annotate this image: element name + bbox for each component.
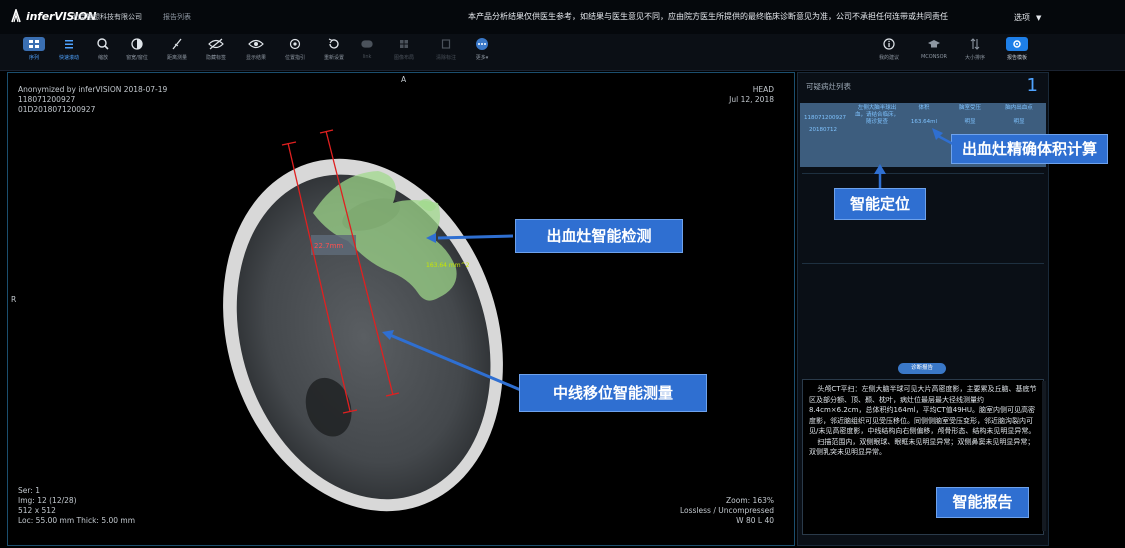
- tool-show-results[interactable]: 显示结果: [236, 37, 276, 61]
- eye-off-icon: [208, 38, 224, 50]
- divider: [802, 173, 1044, 174]
- report-text: 头颅CT平扫：左侧大脑半球可见大片高密度影，主要累及丘脑、基底节区及部分额、顶、…: [809, 384, 1037, 458]
- sort-icon: [970, 38, 980, 50]
- callout-locate: 智能定位: [834, 188, 926, 220]
- reset-icon: [328, 38, 339, 49]
- clear-icon: [441, 39, 451, 49]
- tool-label: 清除标注: [435, 55, 456, 61]
- ventricle-value: 明显: [964, 119, 976, 125]
- top-bar: inferVISION 北京推想科技有限公司 报告列表 本产品分析结果仅供医生参…: [0, 0, 1125, 34]
- tool-report-template[interactable]: 报告模板: [997, 37, 1037, 61]
- user-menu-label: 选项: [1014, 13, 1030, 22]
- lesion-count: 1: [1026, 75, 1038, 96]
- ventricle-label: 脑室受压: [958, 105, 981, 111]
- chevron-down-icon: ▼: [1036, 14, 1042, 22]
- report-list-link[interactable]: 报告列表: [163, 12, 191, 22]
- compression-info: Lossless / Uncompressed: [679, 506, 774, 515]
- eye-icon: [248, 39, 264, 49]
- tool-clear[interactable]: 清除标注: [426, 37, 466, 61]
- lesion-id: 118071200927: [804, 115, 846, 121]
- matrix-info: 512 x 512: [18, 506, 56, 515]
- tool-window-level[interactable]: 窗宽/窗位: [117, 37, 157, 61]
- tool-suggestion[interactable]: 我的建议: [869, 37, 909, 61]
- tool-label: link: [362, 54, 372, 60]
- grid-icon: [23, 37, 45, 51]
- tool-mconsor[interactable]: MCONSOR: [914, 37, 954, 60]
- volume-label: 体积: [918, 105, 930, 111]
- location-info: Loc: 55.00 mm Thick: 5.00 mm: [18, 516, 136, 525]
- tool-layout[interactable]: 图像布局: [384, 37, 424, 61]
- image-info: Img: 12 (12/28): [18, 496, 77, 505]
- overlay-bottom-right: Zoom: 163% Lossless / Uncompressed W 80 …: [680, 496, 774, 526]
- tool-label: 隐藏标签: [205, 55, 226, 61]
- ruler-icon: [172, 38, 182, 50]
- tool-label: 报告模板: [1006, 55, 1027, 61]
- tool-label: 位置指引: [284, 55, 305, 61]
- gear-icon: [1006, 37, 1028, 51]
- tool-hide-labels[interactable]: 隐藏标签: [196, 37, 236, 61]
- zoom-icon: [97, 38, 109, 50]
- layout-icon: [400, 40, 408, 48]
- tool-label: 显示结果: [245, 55, 266, 61]
- callout-volume: 出血灶精确体积计算: [951, 134, 1108, 164]
- tool-position-guide[interactable]: 位置指引: [275, 37, 315, 61]
- lesion-description: 左侧大脑半球出血，请结合临床，随诊复查: [854, 105, 899, 125]
- contrast-icon: [131, 38, 143, 50]
- more-icon: [476, 38, 488, 50]
- divider: [802, 263, 1044, 264]
- callout-midline: 中线移位智能测量: [519, 374, 707, 412]
- user-menu[interactable]: 选项 ▼: [1014, 12, 1041, 23]
- logo-mark-icon: [11, 9, 21, 23]
- midline-measure-text: 22.7mm: [314, 242, 343, 250]
- bleed-point-label: 脑内出血点: [1005, 105, 1033, 111]
- tool-label: MCONSOR: [920, 54, 948, 60]
- disclaimer: 本产品分析结果仅供医生参考，如结果与医生意见不同，应由院方医生所提供的最终临床诊…: [468, 12, 948, 21]
- window-level-info: W 80 L 40: [736, 516, 774, 525]
- tool-label: 大小排序: [964, 55, 985, 61]
- info-icon: [883, 38, 895, 50]
- report-paragraph: 头颅CT平扫：左侧大脑半球可见大片高密度影，主要累及丘脑、基底节区及部分额、顶、…: [809, 385, 1037, 435]
- list-icon: [65, 40, 73, 49]
- zoom-info: Zoom: 163%: [726, 496, 774, 505]
- volume-measure-text: 163.64 mm^2: [426, 262, 470, 269]
- tool-label: 窗宽/窗位: [126, 55, 148, 61]
- tool-sort[interactable]: 大小排序: [955, 37, 995, 61]
- overlay-bottom-left: Ser: 1 Img: 12 (12/28) 512 x 512 Loc: 55…: [18, 486, 135, 526]
- tool-link[interactable]: link: [347, 37, 387, 60]
- tool-more[interactable]: 更多▾: [462, 37, 502, 61]
- report-scrollbar[interactable]: [1042, 381, 1046, 531]
- cap-icon: [928, 40, 940, 48]
- tool-label: 更多▾: [475, 55, 489, 61]
- panel-title: 可疑病灶列表: [806, 82, 851, 91]
- bleed-point-value: 明显: [1013, 119, 1025, 125]
- tool-label: 我的建议: [878, 55, 899, 61]
- tool-label: 距离测量: [166, 55, 187, 61]
- callout-detection: 出血灶智能检测: [515, 219, 683, 253]
- series-info: Ser: 1: [18, 486, 41, 495]
- tool-label: 序列: [28, 55, 39, 61]
- link-icon: [361, 40, 373, 48]
- image-viewer[interactable]: Anonymized by inferVISION 2018-07-19 118…: [7, 72, 795, 546]
- report-button[interactable]: 诊断报告: [898, 363, 946, 374]
- tool-label: 图像布局: [393, 55, 414, 61]
- tool-distance[interactable]: 距离测量: [157, 37, 197, 61]
- target-icon: [289, 38, 301, 50]
- tool-series[interactable]: 序列: [14, 37, 54, 61]
- report-paragraph: 扫描范围内，双侧眼球、眼眶未见明显异常；双侧鼻窦未见明显异常；双侧乳突未见明显异…: [809, 437, 1035, 457]
- toolbar: 序列 快速滚动 缩放 窗宽/窗位 距离测量 隐藏标签 显示结果 位置指引 重新设…: [0, 34, 1125, 71]
- company-name: 北京推想科技有限公司: [72, 13, 142, 21]
- lesion-date: 20180712: [809, 127, 837, 133]
- ct-scan-image: 22.7mm 163.64 mm^2: [223, 129, 524, 512]
- volume-value: 163.64ml: [910, 119, 938, 125]
- callout-report: 智能报告: [936, 487, 1029, 518]
